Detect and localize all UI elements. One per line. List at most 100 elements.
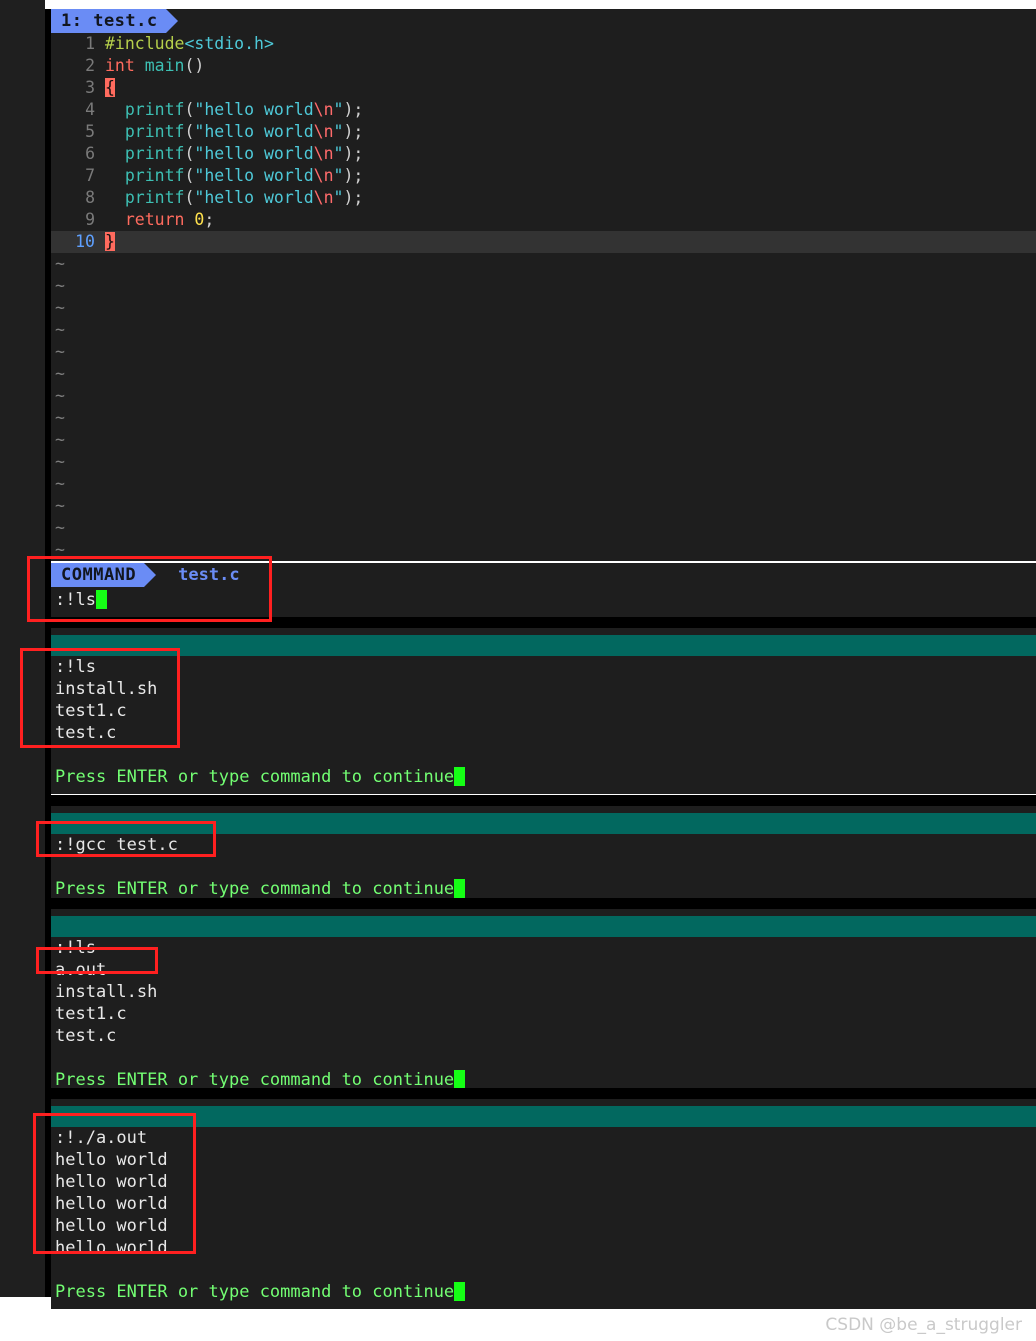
code-token: "hello world bbox=[194, 144, 314, 163]
code-token: ( bbox=[184, 188, 195, 207]
press-enter-prompt[interactable]: Press ENTER or type command to continue bbox=[51, 766, 1036, 788]
terminal-output-line: :!./a.out bbox=[55, 1128, 148, 1148]
tilde-icon: ~ bbox=[55, 496, 65, 515]
line-number: 2 bbox=[85, 56, 95, 75]
code-line[interactable]: 6 printf("hello world\n"); bbox=[51, 143, 1036, 165]
line-number: 6 bbox=[85, 144, 95, 163]
code-line[interactable]: 8 printf("hello world\n"); bbox=[51, 187, 1036, 209]
code-token: main bbox=[144, 56, 185, 75]
cursor-block bbox=[454, 767, 466, 786]
code-line[interactable]: 7 printf("hello world\n"); bbox=[51, 165, 1036, 187]
code-token: \n bbox=[313, 122, 334, 141]
empty-line-marker: ~ bbox=[51, 495, 1036, 517]
empty-line-marker: ~ bbox=[51, 363, 1036, 385]
terminal-output-ls-output-2[interactable]: :!ls a.out install.sh test1.c test.c Press E… bbox=[51, 937, 1036, 1097]
code-line[interactable]: 5 printf("hello world\n"); bbox=[51, 121, 1036, 143]
code-area[interactable]: 1 #include<stdio.h> 2 int main() 3{4 printf(… bbox=[51, 33, 1036, 253]
code-token: printf bbox=[124, 144, 185, 163]
tilde-icon: ~ bbox=[55, 540, 65, 559]
vim-terminal-screenshot: 1: test.c 1 #include<stdio.h> 2 int main() 3… bbox=[0, 0, 1036, 1341]
terminal-teal-bar bbox=[51, 635, 1036, 656]
empty-line-marker: ~ bbox=[51, 473, 1036, 495]
tilde-icon: ~ bbox=[55, 276, 65, 295]
terminal-output-ls-output-1[interactable]: :!ls install.sh test1.c test.c Press ENTER … bbox=[51, 656, 1036, 794]
code-token: } bbox=[105, 232, 115, 251]
terminal-teal-bar bbox=[51, 813, 1036, 834]
left-margin-band bbox=[0, 0, 45, 1341]
code-token: ( bbox=[184, 100, 195, 119]
code-token: ; bbox=[204, 210, 215, 229]
empty-line-marker: ~ bbox=[51, 385, 1036, 407]
command-status-block[interactable]: COMMAND test.c :!ls bbox=[51, 563, 1036, 617]
code-token: ( bbox=[184, 144, 195, 163]
tilde-icon: ~ bbox=[55, 320, 65, 339]
tilde-icon: ~ bbox=[55, 518, 65, 537]
terminal-output-line: a.out bbox=[55, 960, 107, 980]
code-token: <stdio.h> bbox=[184, 34, 274, 53]
empty-line-marker: ~ bbox=[51, 451, 1036, 473]
cursor-block bbox=[454, 1070, 466, 1089]
terminal-strip bbox=[51, 628, 1036, 635]
tilde-icon: ~ bbox=[55, 254, 65, 273]
code-token: printf bbox=[124, 166, 185, 185]
line-number: 7 bbox=[85, 166, 95, 185]
code-line[interactable]: 2 int main() bbox=[51, 55, 1036, 77]
press-enter-text: Press ENTER or type command to continue bbox=[55, 1070, 455, 1090]
code-token: return bbox=[124, 210, 195, 229]
tilde-icon: ~ bbox=[55, 386, 65, 405]
tilde-icon: ~ bbox=[55, 430, 65, 449]
code-token: " bbox=[333, 122, 344, 141]
command-input-line[interactable]: :!ls bbox=[51, 587, 1036, 613]
empty-line-marker: ~ bbox=[51, 319, 1036, 341]
code-token: "hello world bbox=[194, 166, 314, 185]
terminal-gap bbox=[51, 898, 1036, 909]
code-line[interactable]: 9 return 0; bbox=[51, 209, 1036, 231]
command-filename: test.c bbox=[178, 565, 240, 585]
terminal-output-gcc-compile[interactable]: :!gcc test.c Press ENTER or type command… bbox=[51, 834, 1036, 906]
line-number: 9 bbox=[85, 210, 95, 229]
terminal-teal-bar bbox=[51, 1106, 1036, 1127]
code-token: ); bbox=[343, 144, 364, 163]
terminal-output-run-a-out[interactable]: :!./a.out hello world hello world hello wor… bbox=[51, 1127, 1036, 1309]
terminal-output-line: install.sh bbox=[55, 679, 158, 699]
code-line[interactable]: 1 #include<stdio.h> bbox=[51, 33, 1036, 55]
press-enter-prompt[interactable]: Press ENTER or type command to continue bbox=[51, 878, 1036, 900]
code-line[interactable]: 3{ bbox=[51, 77, 1036, 99]
empty-line-markers: ~ ~ ~ ~ ~ ~ ~ ~ ~ ~ ~ ~ ~ ~ bbox=[51, 253, 1036, 561]
press-enter-prompt[interactable]: Press ENTER or type command to continue bbox=[51, 1281, 1036, 1303]
buffer-badge[interactable]: 1: test.c bbox=[51, 9, 178, 33]
empty-line-marker: ~ bbox=[51, 517, 1036, 539]
terminal-output-line: :!gcc test.c bbox=[55, 835, 178, 855]
code-token: ); bbox=[343, 166, 364, 185]
empty-line-marker: ~ bbox=[51, 297, 1036, 319]
code-token: "hello world bbox=[194, 122, 314, 141]
press-enter-text: Press ENTER or type command to continue bbox=[55, 879, 455, 899]
empty-line-marker: ~ bbox=[51, 341, 1036, 363]
empty-line-marker: ~ bbox=[51, 429, 1036, 451]
code-token: ); bbox=[343, 188, 364, 207]
code-token: "hello world bbox=[194, 100, 314, 119]
code-token: " bbox=[333, 100, 344, 119]
vim-airline-statusline: 1: test.c bbox=[51, 9, 1036, 33]
terminal-gap bbox=[51, 1088, 1036, 1099]
code-line[interactable]: 10} bbox=[51, 231, 1036, 253]
code-line[interactable]: 4 printf("hello world\n"); bbox=[51, 99, 1036, 121]
tilde-icon: ~ bbox=[55, 364, 65, 383]
line-number: 8 bbox=[85, 188, 95, 207]
code-token: int bbox=[105, 56, 145, 75]
empty-line-marker: ~ bbox=[51, 407, 1036, 429]
empty-line-marker: ~ bbox=[51, 253, 1036, 275]
terminal-strip bbox=[51, 806, 1036, 813]
empty-line-marker: ~ bbox=[51, 275, 1036, 297]
vim-editor-pane[interactable]: 1: test.c 1 #include<stdio.h> 2 int main() 3… bbox=[51, 9, 1036, 561]
code-token: printf bbox=[124, 122, 185, 141]
watermark-text: CSDN @be_a_struggler bbox=[825, 1315, 1022, 1335]
